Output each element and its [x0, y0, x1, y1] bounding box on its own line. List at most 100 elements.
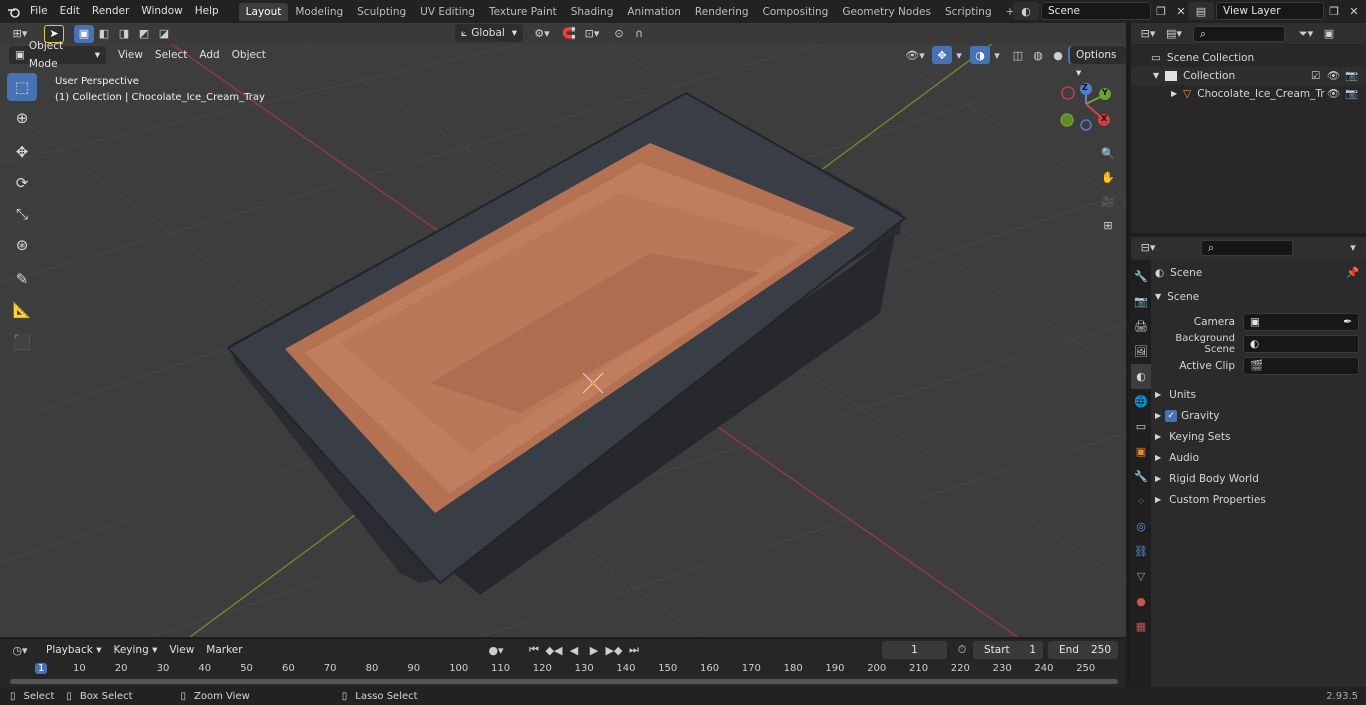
snap-target-icon[interactable]: ⊡▾ — [579, 24, 605, 42]
tab-compositing[interactable]: Compositing — [756, 3, 836, 21]
options-dropdown[interactable]: Options ▾ — [1070, 46, 1126, 79]
tree-scene-collection[interactable]: ▭ Scene Collection — [1131, 49, 1366, 67]
timeline-editor-type-icon[interactable]: ◷▾ — [6, 641, 34, 659]
exclude-checkbox-icon[interactable]: ☑ — [1311, 67, 1320, 85]
wireframe-shading-icon[interactable]: ◍ — [1028, 46, 1048, 64]
section-keying-sets[interactable]: ▶ Keying Sets — [1155, 426, 1366, 447]
rotate-tool-icon[interactable]: ⟳ — [7, 169, 37, 197]
tab-sculpting[interactable]: Sculpting — [350, 3, 413, 21]
blender-logo-icon[interactable] — [4, 3, 24, 21]
add-cube-tool-icon[interactable]: ⬛ — [7, 328, 37, 356]
scene-panel-header[interactable]: ▼ Scene — [1155, 288, 1366, 306]
copy-view-layer-icon[interactable]: ❐ — [1324, 2, 1344, 20]
section-gravity[interactable]: ▶ ✓ Gravity — [1155, 405, 1366, 426]
xray-icon[interactable]: ◫ — [1008, 46, 1028, 64]
tree-object[interactable]: ▶ ▽ Chocolate_Ice_Cream_Tr 👁 📷 — [1131, 85, 1366, 103]
menu-render[interactable]: Render — [86, 0, 135, 23]
gravity-checkbox-icon[interactable]: ✓ — [1165, 409, 1178, 422]
camera-field[interactable]: ▣ ✒ — [1243, 313, 1359, 331]
properties-editor-type-icon[interactable]: ⊟▾ — [1135, 239, 1161, 257]
visibility-icon[interactable]: 👁▾ — [902, 46, 928, 64]
preview-range-icon[interactable]: ⏱ — [952, 641, 972, 659]
render-camera-icon[interactable]: 📷 — [1345, 67, 1358, 85]
prev-keyframe-icon[interactable]: ◆◀ — [544, 641, 564, 659]
tab-geometry-nodes[interactable]: Geometry Nodes — [835, 3, 938, 21]
falloff-icon[interactable]: ∩ — [629, 24, 649, 42]
orientation-dropdown[interactable]: ⟀ Global ▾ — [455, 24, 523, 42]
object-tab-icon[interactable]: ▣ — [1131, 439, 1151, 464]
pan-hand-icon[interactable]: ✋ — [1098, 165, 1118, 189]
material-tab-icon[interactable]: ● — [1131, 589, 1151, 614]
snap-icon[interactable]: 🧲 — [559, 24, 579, 42]
start-frame-field[interactable]: Start 1 — [973, 641, 1043, 659]
end-frame-field[interactable]: End 250 — [1048, 641, 1118, 659]
tab-uv-editing[interactable]: UV Editing — [413, 3, 482, 21]
tab-animation[interactable]: Animation — [620, 3, 688, 21]
annotate-tool-icon[interactable]: ✎ — [7, 265, 37, 293]
visibility-eye-icon[interactable]: 👁 — [1327, 67, 1340, 85]
3d-viewport[interactable] — [0, 23, 1126, 637]
next-keyframe-icon[interactable]: ▶◆ — [604, 641, 624, 659]
viewport-menu-object[interactable]: Object — [226, 44, 272, 66]
camera-view-icon[interactable]: 🎥 — [1098, 189, 1118, 213]
play-reverse-icon[interactable]: ◀ — [564, 641, 584, 659]
section-audio[interactable]: ▶ Audio — [1155, 447, 1366, 468]
zoom-icon[interactable]: 🔍 — [1098, 141, 1118, 165]
invert-selection-icon[interactable]: ◩ — [134, 25, 154, 43]
modifier-tab-icon[interactable]: 🔧 — [1131, 464, 1151, 489]
viewport-menu-view[interactable]: View — [112, 44, 149, 66]
scene-tab-icon[interactable]: ◐ — [1131, 364, 1151, 389]
pivot-point-icon[interactable]: ⚙▾ — [529, 24, 555, 42]
texture-tab-icon[interactable]: ▦ — [1131, 614, 1151, 639]
timeline-menu-marker[interactable]: Marker — [200, 639, 248, 661]
playback-menu[interactable]: Playback ▾ — [40, 641, 107, 659]
outliner-editor-type-icon[interactable]: ⊟▾ — [1135, 25, 1161, 43]
overlay-dropdown-icon[interactable]: ▾ — [990, 46, 1004, 64]
tab-layout[interactable]: Layout — [238, 3, 289, 21]
scene-name-field[interactable]: Scene — [1041, 2, 1151, 20]
transform-tool-icon[interactable]: ⊛ — [7, 231, 37, 259]
gizmo-dropdown-icon[interactable]: ▾ — [952, 46, 966, 64]
section-rigid-body-world[interactable]: ▶ Rigid Body World — [1155, 468, 1366, 489]
tab-scripting[interactable]: Scripting — [938, 3, 999, 21]
output-tab-icon[interactable]: 🖨 — [1131, 314, 1151, 339]
cursor-tool-icon[interactable]: ⊕ — [7, 104, 37, 132]
navigation-gizmo[interactable]: Z Y X — [1058, 82, 1118, 132]
tab-texture-paint[interactable]: Texture Paint — [482, 3, 564, 21]
tab-modeling[interactable]: Modeling — [288, 3, 350, 21]
timeline-ruler[interactable]: 1 10 20 30 40 50 60 70 80 90 100 110 120 130 140 150 160… — [0, 661, 1126, 687]
move-tool-icon[interactable]: ✥ — [7, 138, 37, 166]
display-mode-icon[interactable]: ▤▾ — [1161, 25, 1187, 43]
scale-tool-icon[interactable]: ⤡ — [7, 200, 37, 228]
data-tab-icon[interactable]: ▽ — [1131, 564, 1151, 589]
proportional-edit-icon[interactable]: ⊙ — [609, 24, 629, 42]
copy-scene-icon[interactable]: ❐ — [1151, 2, 1171, 20]
view-layer-icon[interactable]: ▤ — [1188, 2, 1214, 20]
close-view-layer-icon[interactable]: ✕ — [1344, 2, 1364, 20]
view-layer-tab-icon[interactable]: 🖼 — [1131, 339, 1151, 364]
filter-icon[interactable]: ⏷▾ — [1293, 25, 1319, 43]
viewport-menu-select[interactable]: Select — [149, 44, 193, 66]
play-icon[interactable]: ▶ — [584, 641, 604, 659]
render-camera-icon[interactable]: 📷 — [1345, 85, 1358, 103]
visibility-eye-icon[interactable]: 👁 — [1327, 85, 1340, 103]
tree-collection[interactable]: ▼ Collection ☑ 👁 📷 — [1131, 67, 1366, 85]
menu-window[interactable]: Window — [135, 0, 188, 23]
properties-search-input[interactable]: ⌕ — [1201, 239, 1293, 256]
menu-edit[interactable]: Edit — [54, 0, 86, 23]
view-layer-name-field[interactable]: View Layer — [1216, 2, 1324, 20]
extend-selection-icon[interactable]: ◧ — [94, 25, 114, 43]
tool-tab-icon[interactable]: 🔧 — [1131, 264, 1151, 289]
keying-menu[interactable]: Keying ▾ — [107, 641, 163, 659]
collection-tab-icon[interactable]: ▭ — [1131, 414, 1151, 439]
scene-icon[interactable]: ◐ — [1013, 2, 1039, 20]
constraints-tab-icon[interactable]: ⛓ — [1131, 539, 1151, 564]
eyedropper-icon[interactable]: ✒ — [1343, 314, 1352, 330]
active-clip-field[interactable]: 🎬 — [1243, 357, 1359, 375]
record-icon[interactable]: ●▾ — [482, 641, 510, 659]
viewport-menu-add[interactable]: Add — [193, 44, 225, 66]
new-collection-icon[interactable]: ▣ — [1319, 25, 1339, 43]
select-box-tool-icon[interactable]: ⬚ — [7, 73, 37, 101]
pin-icon[interactable]: 📌 — [1346, 264, 1359, 282]
section-units[interactable]: ▶ Units — [1155, 384, 1366, 405]
